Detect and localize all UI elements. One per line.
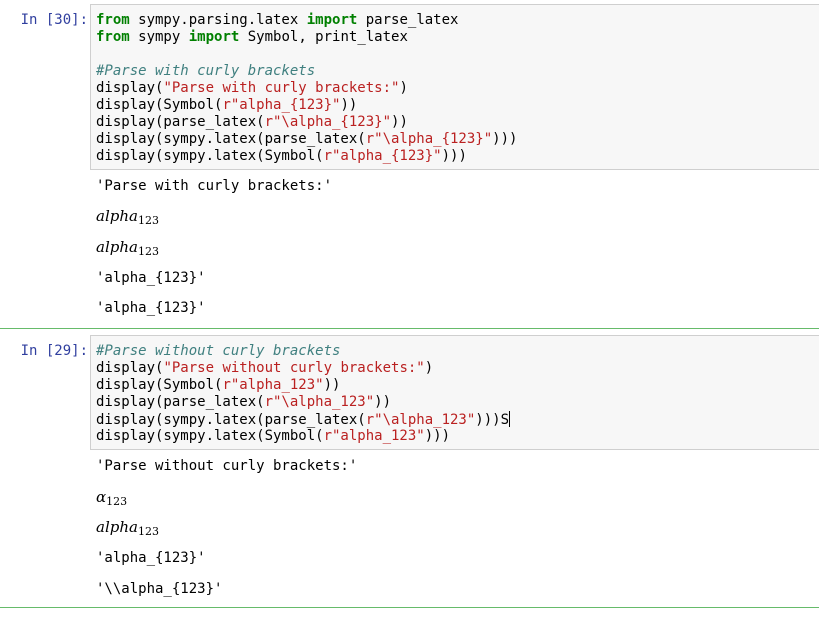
text-cursor bbox=[509, 411, 511, 427]
code-input-area[interactable]: from sympy.parsing.latex import parse_la… bbox=[90, 4, 819, 170]
output-math: alpha123 bbox=[96, 518, 159, 539]
output-text: 'alpha_{123}' bbox=[96, 270, 206, 286]
output-math: α123 bbox=[96, 488, 128, 509]
output-text: 'alpha_{123}' bbox=[96, 550, 206, 566]
code-line: display(sympy.latex(Symbol(r"alpha_{123}… bbox=[96, 148, 467, 164]
output-text: 'alpha_{123}' bbox=[96, 300, 206, 316]
output-text: 'Parse with curly brackets:' bbox=[96, 178, 333, 194]
code-line: from sympy import Symbol, print_latex bbox=[96, 29, 408, 45]
output-text: '\\alpha_{123}' bbox=[96, 581, 223, 597]
notebook-cell-30[interactable]: In [30]: from sympy.parsing.latex import… bbox=[0, 0, 819, 329]
code-line: display("Parse without curly brackets:") bbox=[96, 360, 434, 376]
code-line: display(parse_latex(r"\alpha_{123}")) bbox=[96, 114, 408, 130]
code-line: display(sympy.latex(parse_latex(r"\alpha… bbox=[96, 131, 518, 147]
output-math: alpha123 bbox=[96, 238, 159, 259]
code-line: display("Parse with curly brackets:") bbox=[96, 80, 408, 96]
code-line: display(parse_latex(r"\alpha_123")) bbox=[96, 394, 392, 410]
output-math: alpha123 bbox=[96, 207, 159, 228]
code-line: display(sympy.latex(parse_latex(r"\alpha… bbox=[96, 411, 511, 428]
cell-prompt: In [30]: bbox=[20, 12, 88, 28]
output-text: 'Parse without curly brackets:' bbox=[96, 458, 358, 474]
cell-border bbox=[0, 328, 819, 329]
code-comment: #Parse with curly brackets bbox=[96, 63, 316, 79]
cell-prompt: In [29]: bbox=[20, 343, 88, 359]
code-line: display(Symbol(r"alpha_{123}")) bbox=[96, 97, 358, 113]
code-line: from sympy.parsing.latex import parse_la… bbox=[96, 12, 459, 28]
code-input-area[interactable]: #Parse without curly brackets display("P… bbox=[90, 335, 819, 450]
code-line: display(sympy.latex(Symbol(r"alpha_123")… bbox=[96, 428, 451, 444]
notebook-cell-29[interactable]: In [29]: #Parse without curly brackets d… bbox=[0, 330, 819, 608]
code-comment: #Parse without curly brackets bbox=[96, 343, 341, 359]
code-line: display(Symbol(r"alpha_123")) bbox=[96, 377, 341, 393]
cell-border bbox=[0, 607, 819, 608]
